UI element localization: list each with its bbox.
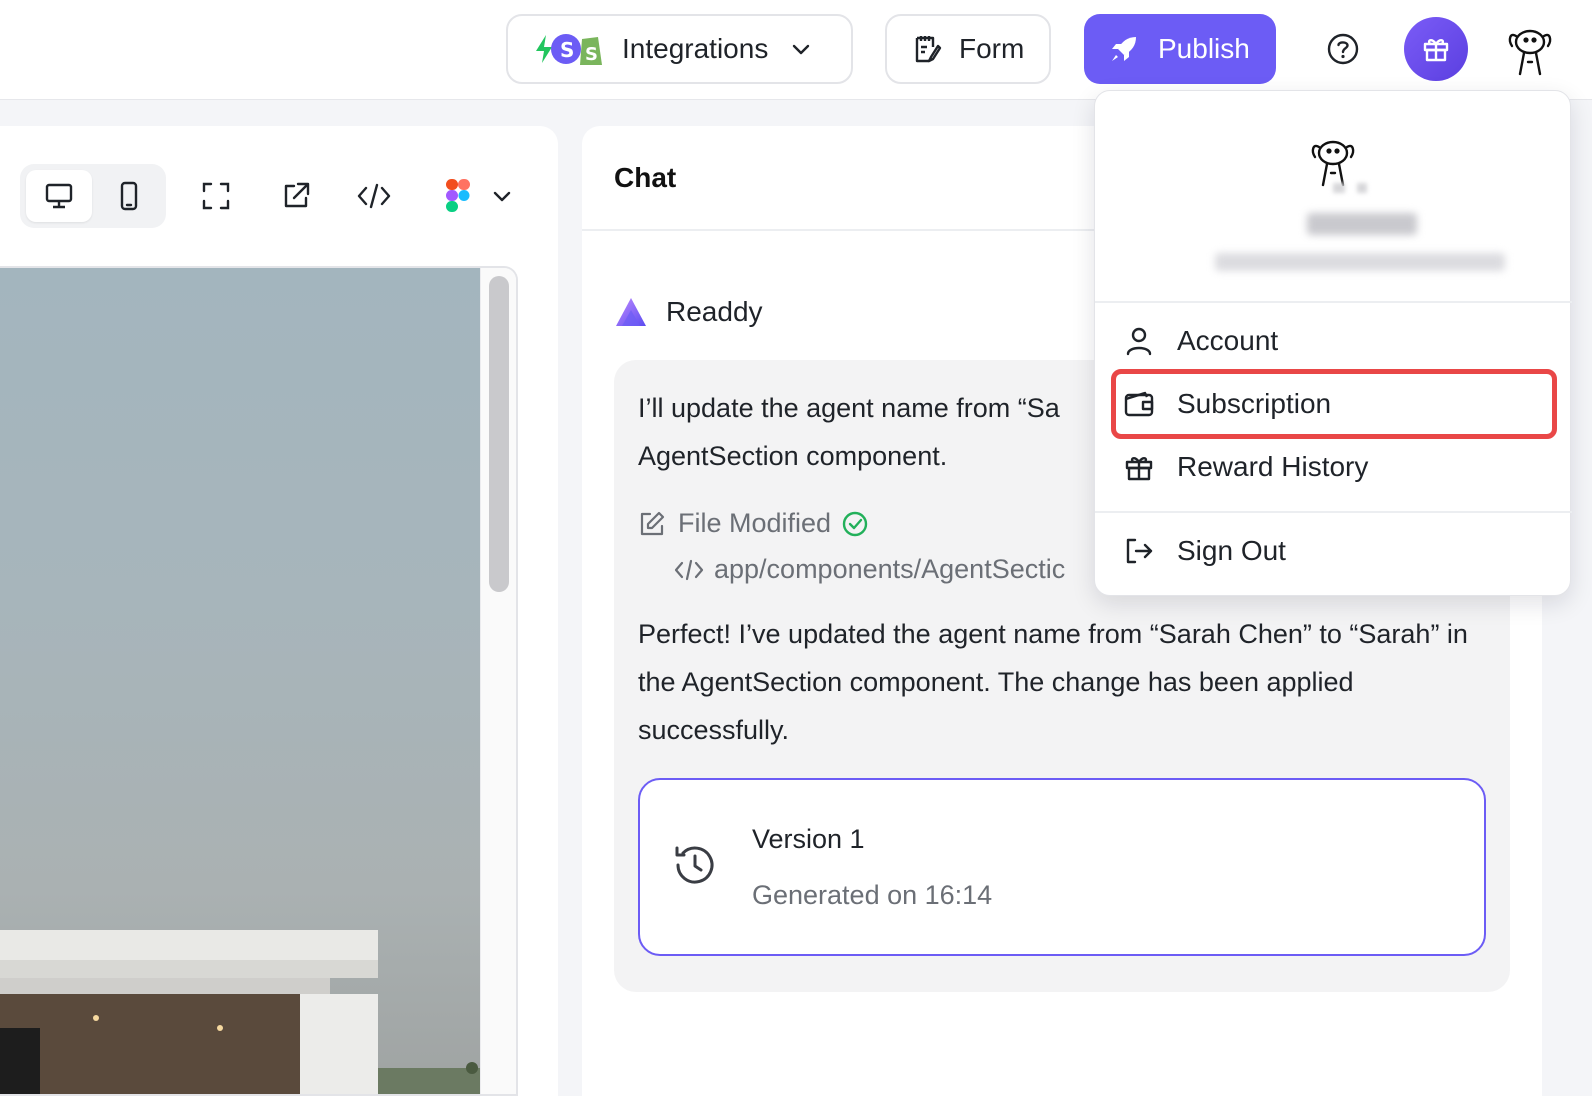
mobile-icon: [113, 180, 145, 212]
redacted-username: [1307, 213, 1417, 235]
user-icon: [1121, 323, 1157, 359]
profile-section: [1095, 91, 1572, 303]
desktop-view-button[interactable]: [26, 170, 92, 222]
preview-scrollbar[interactable]: [480, 268, 516, 1094]
redacted-email: [1215, 253, 1505, 271]
user-avatar[interactable]: [1500, 22, 1560, 82]
user-menu-dropdown: Account Subscription Reward History Sign…: [1094, 90, 1572, 596]
code-icon: [674, 558, 704, 582]
agent-header: Readdy: [614, 296, 763, 328]
menu-item-subscription[interactable]: Subscription: [1111, 369, 1557, 439]
menu-item-sign-out[interactable]: Sign Out: [1111, 521, 1557, 581]
agent-name: Readdy: [666, 296, 763, 327]
sign-out-icon: [1121, 533, 1157, 569]
edit-file-icon: [638, 510, 666, 538]
fullscreen-icon[interactable]: [196, 176, 236, 216]
external-link-icon[interactable]: [276, 176, 316, 216]
integrations-label: Integrations: [622, 33, 769, 64]
history-icon: [672, 842, 718, 893]
menu-item-label: Reward History: [1177, 451, 1369, 482]
device-toggle: [20, 164, 166, 228]
menu-item-label: Account: [1177, 325, 1279, 356]
file-path[interactable]: app/components/AgentSectic: [674, 554, 1065, 585]
preview-image: [0, 268, 480, 1094]
integrations-button[interactable]: S S Integrations: [506, 14, 853, 84]
svg-text:S: S: [560, 38, 574, 62]
preview-frame[interactable]: [0, 266, 518, 1096]
desktop-icon: [43, 180, 75, 212]
file-status-label: File Modified: [678, 508, 832, 538]
redacted-text: [1357, 183, 1367, 193]
mobile-view-button[interactable]: [96, 170, 162, 222]
menu-item-label: Subscription: [1177, 388, 1332, 419]
code-icon[interactable]: [354, 176, 394, 216]
check-circle-icon: [841, 510, 869, 538]
wallet-icon: [1121, 386, 1157, 422]
publish-button[interactable]: Publish: [1084, 14, 1276, 84]
menu-divider: [1095, 511, 1572, 513]
message-text-2: Perfect! I’ve updated the agent name fro…: [638, 619, 1468, 745]
menu-item-reward-history[interactable]: Reward History: [1111, 437, 1557, 497]
menu-item-label: Sign Out: [1177, 535, 1286, 566]
version-card[interactable]: Version 1 Generated on 16:14: [638, 778, 1486, 956]
gift-icon: [1421, 34, 1451, 64]
rocket-icon: [1108, 33, 1140, 65]
chevron-down-icon: [790, 38, 812, 60]
scrollbar-thumb[interactable]: [489, 276, 509, 592]
menu-item-account[interactable]: Account: [1111, 311, 1557, 371]
figma-icon[interactable]: [438, 176, 478, 216]
form-icon: [911, 33, 943, 65]
form-label: Form: [959, 33, 1025, 64]
readdy-logo-icon: [614, 296, 648, 328]
redacted-text: [1333, 183, 1345, 193]
gift-icon: [1121, 449, 1157, 485]
chat-title: Chat: [614, 162, 677, 193]
publish-label: Publish: [1158, 33, 1250, 64]
file-path-label: app/components/AgentSectic: [714, 554, 1066, 584]
rewards-gift-button[interactable]: [1404, 17, 1468, 81]
file-modified-status: File Modified: [638, 508, 869, 539]
form-button[interactable]: Form: [885, 14, 1051, 84]
help-icon[interactable]: [1322, 28, 1364, 70]
chevron-down-icon[interactable]: [482, 176, 522, 216]
preview-panel: [0, 126, 558, 1096]
integrations-logos-icon: S S: [530, 29, 604, 69]
svg-text:S: S: [585, 44, 598, 65]
top-bar: S S Integrations Form Publish: [0, 0, 1592, 100]
version-title: Version 1: [752, 824, 865, 854]
version-timestamp: Generated on 16:14: [752, 880, 993, 910]
